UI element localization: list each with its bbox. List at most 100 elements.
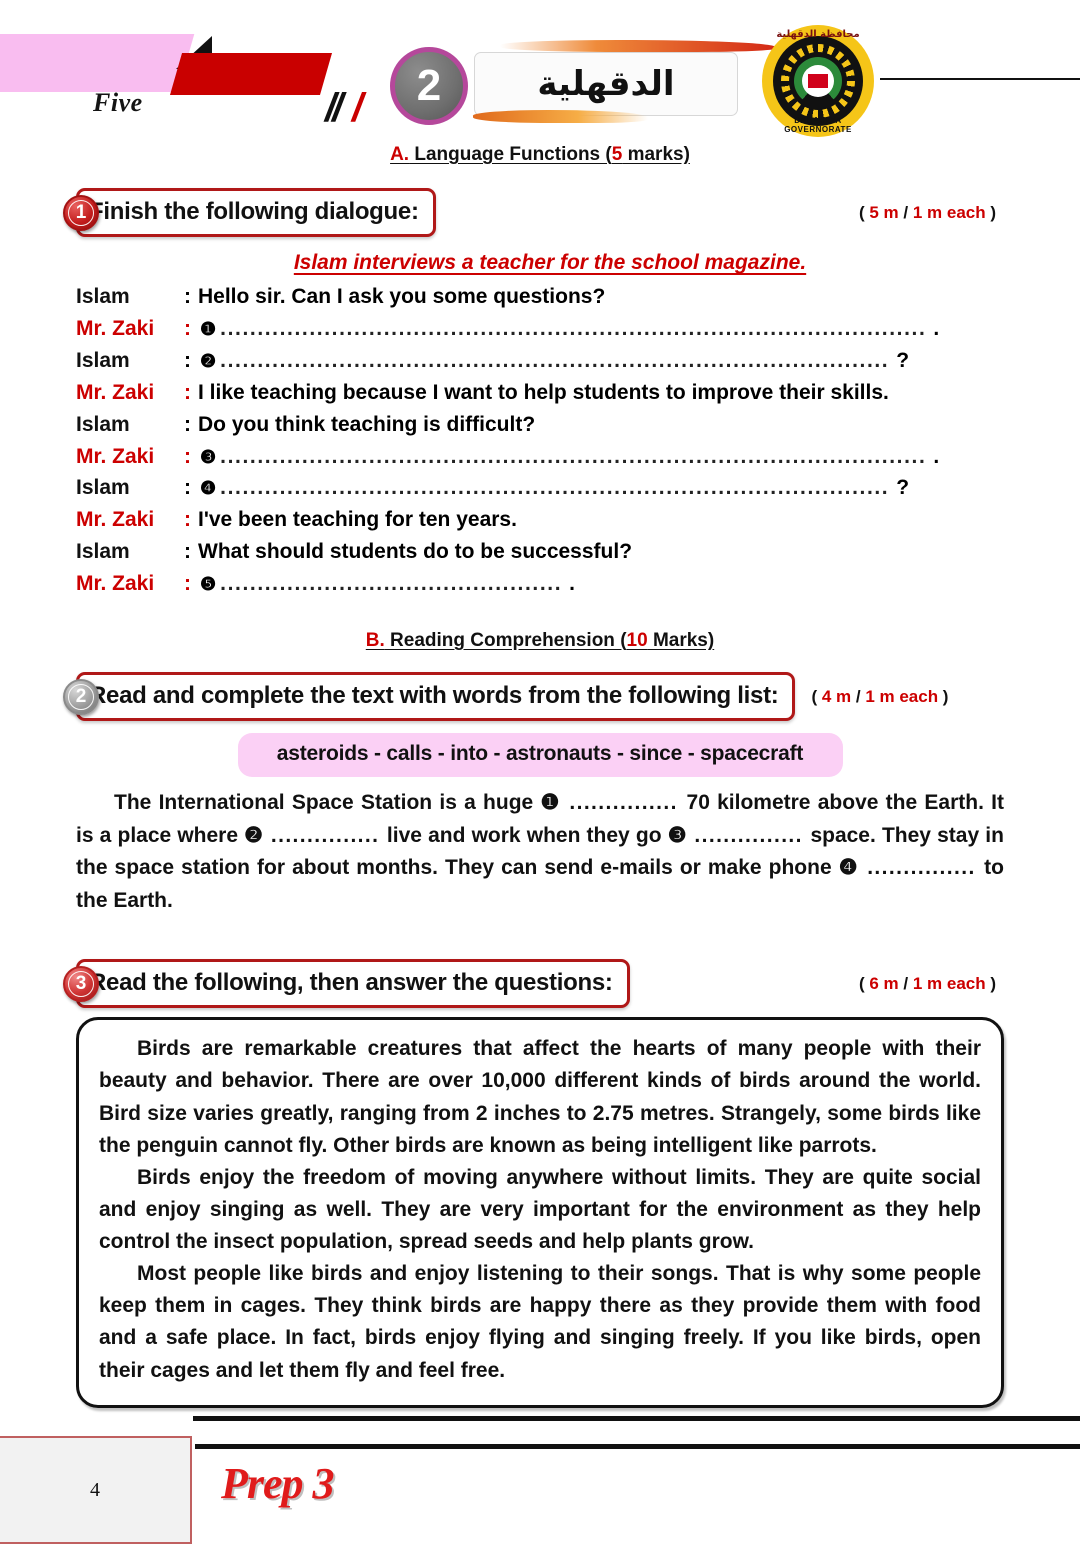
dialogue-colon: : [184, 444, 191, 468]
q3-marks-open: ( [858, 973, 870, 993]
governorate-name-box: الدقهلية [474, 52, 738, 116]
dialogue-line: Islam: Hello sir. Can I ask you some que… [76, 281, 1004, 313]
footer-grade-divider [195, 1444, 1080, 1449]
pink-banner-shape [0, 34, 195, 92]
dialogue-end-punctuation: ? [896, 476, 910, 500]
dialogue-blank-marker: ❶ [200, 318, 217, 339]
dialogue-answer-blank[interactable]: ........................................… [220, 472, 889, 504]
question-3-header: 3 Read the following, then answer the qu… [63, 959, 1004, 1009]
dialogue-blank-marker: ❺ [200, 574, 217, 595]
passage-paragraph-1: Birds are remarkable creatures that affe… [99, 1037, 981, 1157]
dialogue-speaker: Mr. Zaki [76, 508, 155, 532]
passage-paragraph-3: Most people like birds and enjoy listeni… [99, 1262, 981, 1382]
question-3-box[interactable]: 3 Read the following, then answer the qu… [63, 959, 630, 1009]
slash-red-decoration-icon: / [352, 86, 364, 130]
dialogue-line: Mr. Zaki: ❶..............................… [76, 313, 1004, 345]
governorate-arabic-name: الدقهلية [537, 64, 675, 104]
page-content: A. Language Functions (5 marks) 1 Finish… [0, 144, 1080, 1408]
five-stars-logo: Five Stars // / [0, 28, 400, 130]
dialogue-text: Hello sir. Can I ask you some questions? [198, 285, 606, 308]
q1-marks-open: ( [858, 202, 870, 222]
page-number-box: 4 [0, 1436, 192, 1544]
question-3-title: Read the following, then answer the ques… [89, 969, 613, 997]
dialogue-colon: : [184, 380, 191, 404]
cloze-blank-3[interactable]: ............... [687, 824, 811, 847]
dialogue-blank-marker: ❸ [200, 446, 217, 467]
q3-marks-close: ) [985, 973, 996, 993]
question-2-badge-number: 2 [68, 683, 94, 710]
dialogue-colon: : [184, 572, 191, 596]
dialogue-text: Do you think teaching is difficult? [198, 412, 536, 436]
section-b-marks-suffix: Marks) [647, 630, 715, 652]
seal-english-text: DAKAHLYA GOVERNORATE [784, 116, 852, 134]
slash-decoration-icon: // [325, 86, 343, 130]
cloze-blank-1[interactable]: ............... [561, 791, 687, 814]
dialogue-colon: : [184, 476, 191, 500]
dialogue-answer-blank[interactable]: ........................................… [220, 345, 889, 377]
question-2-title: Read and complete the text with words fr… [89, 682, 779, 710]
dialogue-answer-blank[interactable]: ........................................… [220, 313, 926, 345]
q1-marks-close: ) [985, 202, 996, 222]
reading-passage-box: Birds are remarkable creatures that affe… [76, 1017, 1004, 1408]
word-bank-box: asteroids - calls - into - astronauts - … [237, 733, 843, 778]
section-a-label: A. Language Functions (5 marks) [76, 144, 1004, 166]
dialogue-answer-blank[interactable]: ........................................… [220, 441, 926, 473]
section-a-letter: A. [390, 144, 410, 165]
dialogue-speaker: Mr. Zaki [76, 316, 155, 340]
dialogue-answer-blank[interactable]: ........................................… [220, 568, 562, 600]
q3-marks-sep: / [898, 973, 913, 993]
dialogue-speaker: Mr. Zaki [76, 444, 155, 468]
dialogue-line: Mr. Zaki: ❸..............................… [76, 441, 1004, 473]
cloze-text-3: live and work when they go [386, 823, 668, 847]
q1-marks-each: 1 m each [912, 202, 986, 222]
dialogue-line: Islam: ❹.................................… [76, 472, 1004, 504]
question-1-badge-number: 1 [68, 199, 94, 226]
dialogue-list: Islam: Hello sir. Can I ask you some que… [76, 281, 1004, 600]
seal-arabic-text: محافظة الدقهلية [776, 29, 860, 40]
q2-marks-total: 4 m [821, 686, 852, 706]
question-1-title: Finish the following dialogue: [89, 198, 419, 225]
q1-marks-sep: / [898, 202, 913, 222]
cloze-marker-4: ❹ [838, 856, 859, 880]
question-1-header: 1 Finish the following dialogue: ( 5 m /… [63, 188, 1004, 237]
cloze-marker-2: ❷ [244, 823, 264, 847]
dialogue-subtitle: Islam interviews a teacher for the schoo… [293, 251, 807, 274]
dialogue-end-punctuation: . [569, 572, 575, 596]
dialogue-text: I've been teaching for ten years. [198, 508, 517, 532]
dialogue-speaker: Islam [76, 476, 130, 500]
cloze-blank-2[interactable]: ............... [263, 824, 387, 847]
dialogue-line: Mr. Zaki: ❺..............................… [76, 568, 1004, 600]
seal-flag-icon [808, 74, 828, 88]
section-b-label: B. Reading Comprehension (10 Marks) [76, 630, 1004, 652]
q1-marks-total: 5 m [869, 202, 899, 222]
dialogue-end-punctuation: ? [896, 348, 910, 372]
question-2-box[interactable]: 2 Read and complete the text with words … [63, 672, 796, 722]
dialogue-speaker: Mr. Zaki [76, 380, 155, 404]
passage-paragraph-2: Birds enjoy the freedom of moving anywhe… [99, 1165, 981, 1253]
q2-marks-sep: / [851, 686, 866, 706]
dialogue-line: Mr. Zaki: I like teaching because I want… [76, 377, 1004, 409]
cloze-blank-4[interactable]: ............... [859, 856, 984, 879]
cloze-marker-3: ❸ [667, 823, 687, 847]
brand-word-five: Five [93, 88, 143, 117]
dialogue-colon: : [184, 508, 191, 532]
dialogue-colon: : [184, 285, 191, 308]
question-1-box[interactable]: 1 Finish the following dialogue: [63, 188, 436, 237]
dialogue-line: Islam: Do you think teaching is difficul… [76, 409, 1004, 441]
cloze-paragraph: The International Space Station is a hug… [76, 787, 1004, 917]
swoosh-bottom-decoration [473, 110, 648, 123]
dialogue-speaker: Islam [76, 412, 130, 436]
header-divider-line [880, 78, 1080, 80]
dialogue-blank-marker: ❷ [200, 350, 217, 371]
section-b-title: Reading Comprehension ( [384, 630, 627, 652]
cloze-text-1: The International Space Station is a hug… [114, 791, 541, 815]
brand-word-stars: Stars [197, 90, 255, 119]
q3-marks-each: 1 m each [912, 973, 986, 993]
swoosh-top-decoration [500, 40, 775, 52]
q3-marks-total: 6 m [869, 973, 899, 993]
cloze-marker-1: ❶ [540, 791, 561, 815]
q2-marks-close: ) [938, 686, 949, 706]
question-2-badge: 2 [63, 678, 99, 715]
dialogue-colon: : [184, 348, 191, 372]
dialogue-colon: : [184, 412, 191, 436]
